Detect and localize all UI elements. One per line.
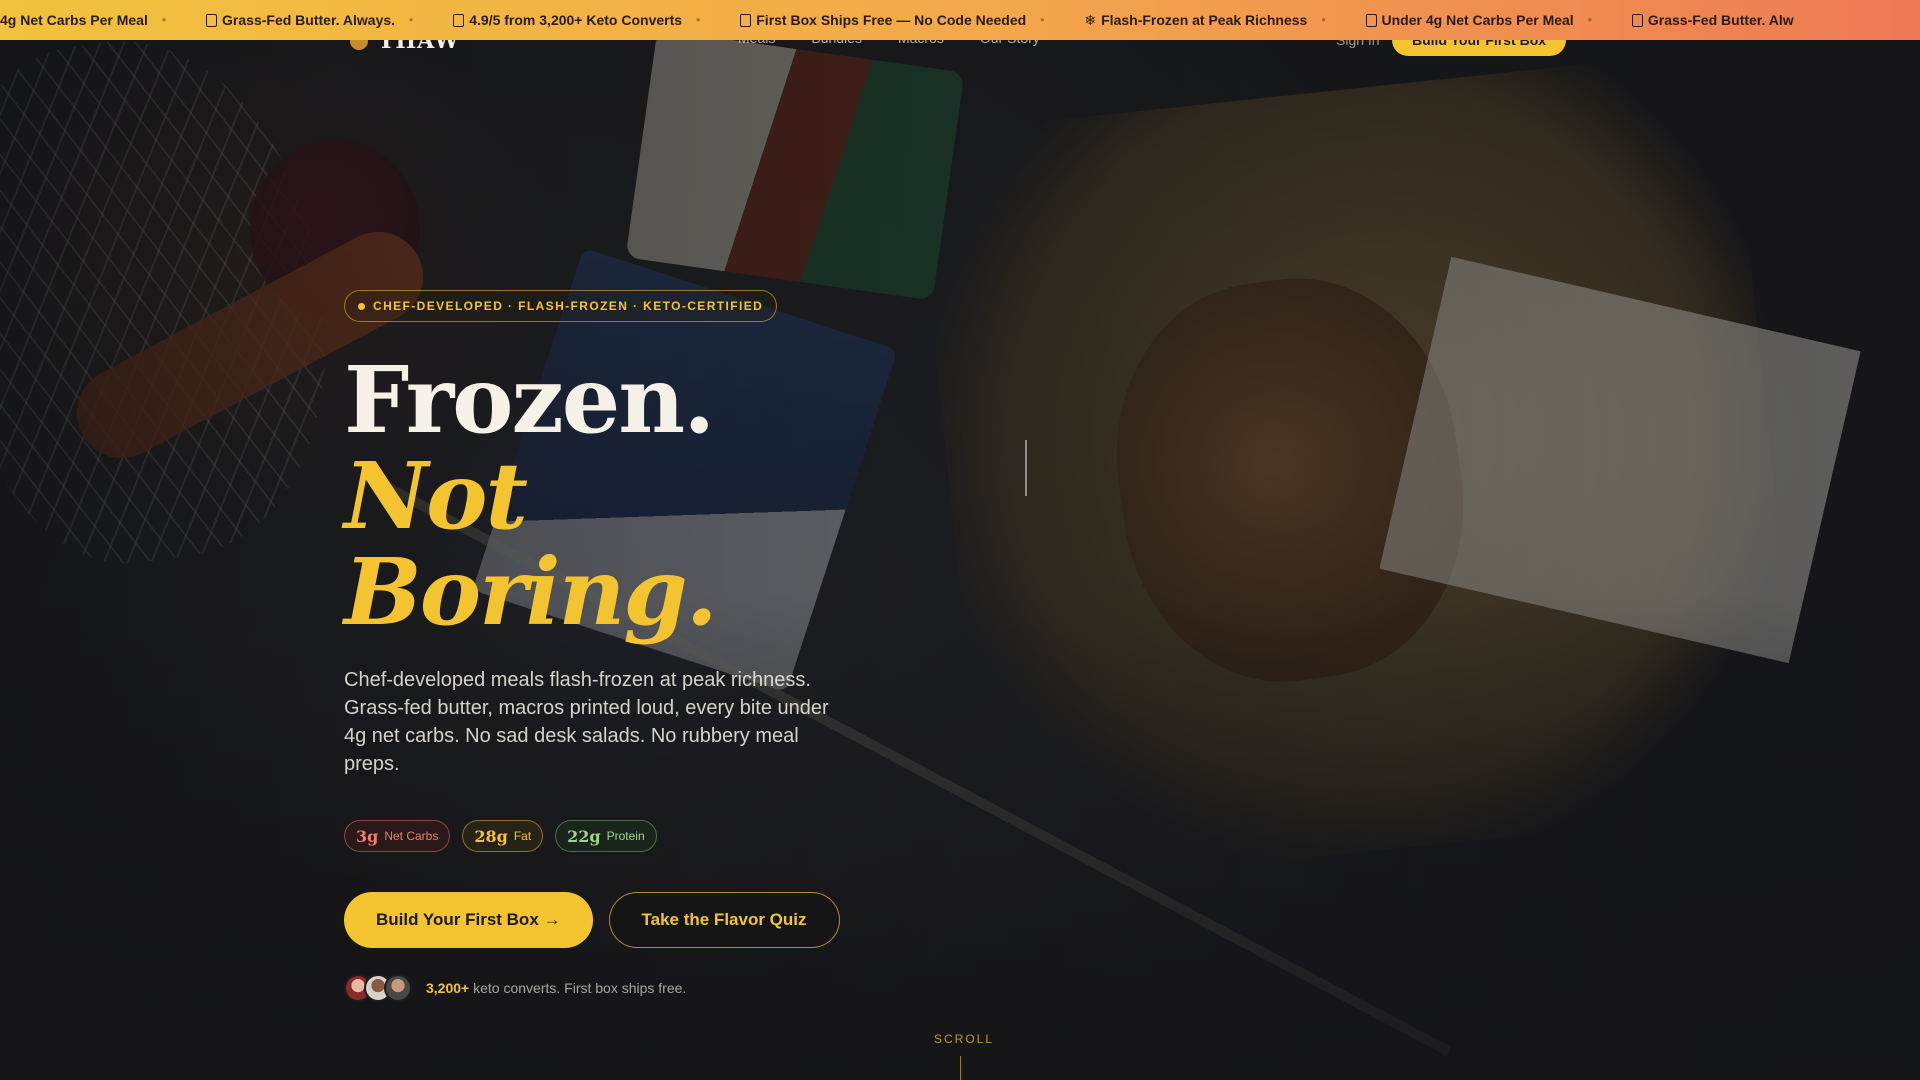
background-overlay	[0, 0, 1920, 1080]
headline-line-2: Not Boring.	[344, 442, 718, 646]
ticker-item: Under 4g Net Carbs Per Meal	[1365, 0, 1574, 40]
scroll-line	[959, 1056, 961, 1080]
macro-label: Net Carbs	[384, 829, 439, 843]
ticker-track: 4g Net Carbs Per Meal • Grass-Fed Butter. …	[0, 0, 1794, 40]
hero-section: CHEF-DEVELOPED · FLASH-FROZEN · KETO-CER…	[344, 290, 864, 1002]
macro-chip-fat: 28g Fat	[462, 820, 544, 852]
ticker-text: Under 4g Net Carbs Per Meal	[1381, 12, 1574, 28]
social-proof-text: 3,200+ keto converts. First box ships fr…	[426, 980, 686, 996]
ticker-separator: •	[1040, 13, 1045, 27]
avatar	[384, 974, 412, 1002]
ticker-separator: •	[696, 13, 701, 27]
ticker-item: Grass-Fed Butter. Alw	[1631, 0, 1794, 40]
ticker-text: Flash-Frozen at Peak Richness	[1101, 12, 1308, 28]
hero-ctas: Build Your First Box → Take the Flavor Q…	[344, 892, 864, 948]
macro-label: Fat	[513, 829, 532, 843]
box-icon	[206, 13, 218, 27]
scroll-label: SCROLL	[934, 1032, 995, 1046]
ticker-separator: •	[1321, 13, 1326, 27]
ticker-separator: •	[1587, 13, 1592, 27]
avatar-stack	[344, 974, 412, 1002]
announcement-ticker: 4g Net Carbs Per Meal • Grass-Fed Butter. …	[0, 0, 1920, 40]
ticker-item: 4.9/5 from 3,200+ Keto Converts	[453, 0, 682, 40]
macro-chips: 3g Net Carbs 28g Fat 22g Protein	[344, 820, 864, 852]
macro-value: 22g	[567, 826, 601, 846]
ticker-separator: •	[161, 13, 167, 27]
hero-headline: Frozen. Not Boring.	[344, 352, 864, 640]
ticker-item: Grass-Fed Butter. Always.	[206, 0, 395, 40]
social-proof: 3,200+ keto converts. First box ships fr…	[344, 974, 864, 1002]
flavor-quiz-button[interactable]: Take the Flavor Quiz	[608, 892, 840, 948]
box-icon	[740, 13, 752, 27]
box-icon	[1365, 13, 1377, 27]
macro-label: Protein	[606, 829, 645, 843]
ticker-text: Grass-Fed Butter. Alw	[1647, 12, 1794, 28]
headline-line-1: Frozen.	[344, 346, 715, 454]
scroll-indicator[interactable]: SCROLL	[934, 1032, 995, 1080]
cursor-caret	[1025, 440, 1027, 496]
macro-chip-protein: 22g Protein	[555, 820, 657, 852]
ticker-item: 4g Net Carbs Per Meal	[0, 0, 148, 40]
snowflake-icon: ❄	[1084, 11, 1097, 28]
badge-dot-icon	[358, 302, 365, 310]
ticker-text: 4g Net Carbs Per Meal	[0, 12, 148, 28]
hero-badge: CHEF-DEVELOPED · FLASH-FROZEN · KETO-CER…	[344, 290, 778, 322]
build-first-box-button[interactable]: Build Your First Box →	[344, 892, 593, 948]
proof-text: keto converts. First box ships free.	[473, 980, 687, 996]
hero-subcopy: Chef-developed meals flash-frozen at pea…	[344, 669, 829, 775]
ticker-text: Grass-Fed Butter. Always.	[222, 12, 396, 28]
macro-value: 28g	[474, 826, 508, 846]
ticker-text: 4.9/5 from 3,200+ Keto Converts	[469, 12, 683, 28]
ticker-item: First Box Ships Free — No Code Needed	[740, 0, 1026, 40]
hero-badge-text: CHEF-DEVELOPED · FLASH-FROZEN · KETO-CER…	[373, 299, 764, 313]
ticker-item: ❄ Flash-Frozen at Peak Richness	[1084, 0, 1307, 40]
ticker-separator: •	[409, 13, 414, 27]
ticker-text: First Box Ships Free — No Code Needed	[756, 12, 1027, 28]
box-icon	[453, 13, 465, 27]
box-icon	[1631, 13, 1643, 27]
macro-value: 3g	[356, 826, 379, 846]
proof-count: 3,200+	[426, 980, 470, 996]
macro-chip-net-carbs: 3g Net Carbs	[344, 820, 451, 852]
hero-background-photo	[0, 0, 1920, 1080]
